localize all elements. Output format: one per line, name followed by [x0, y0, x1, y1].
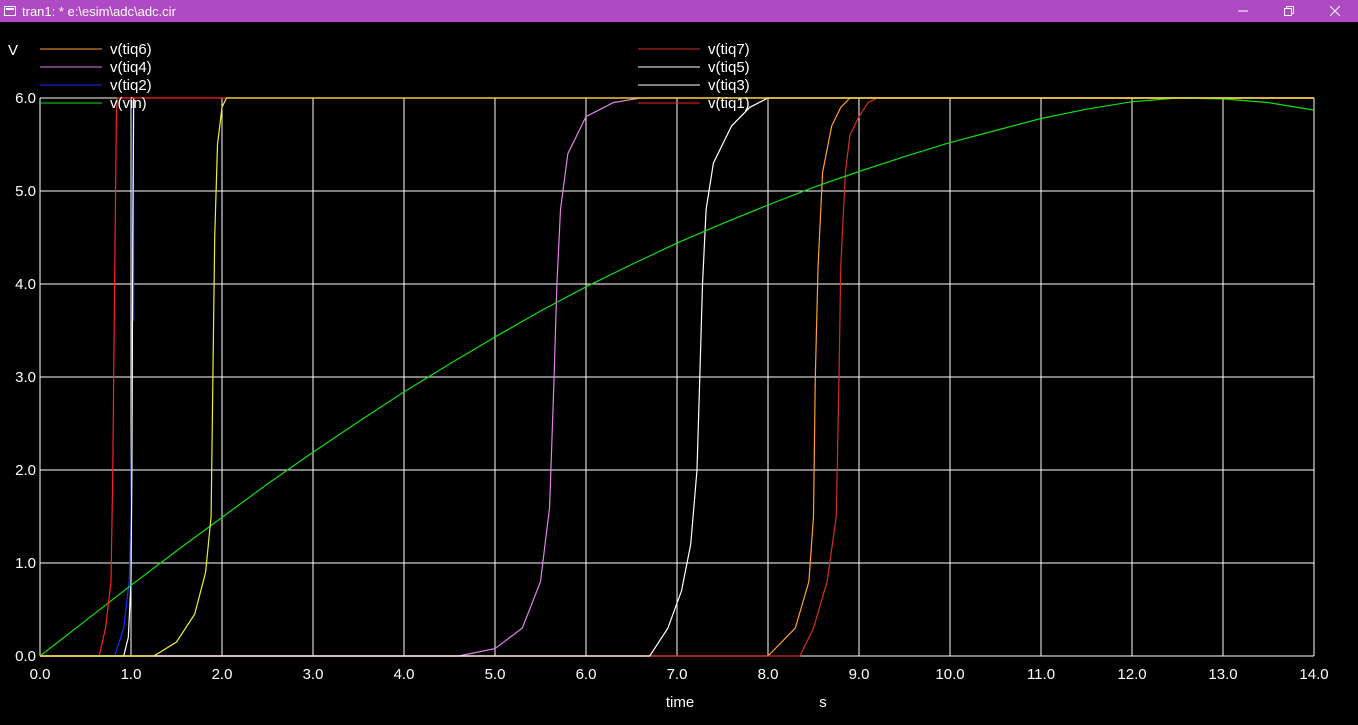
- y-tick-label: 6.0: [15, 90, 36, 107]
- app-window-icon: [4, 6, 16, 16]
- x-tick-label: 2.0: [212, 666, 233, 683]
- y-tick-label: 3.0: [15, 369, 36, 386]
- x-tick-label: 11.0: [1027, 666, 1055, 683]
- x-tick-label: 6.0: [576, 666, 597, 683]
- x-axis-unit: s: [819, 694, 827, 711]
- x-tick-label: 14.0: [1299, 666, 1328, 683]
- close-icon: [1330, 6, 1340, 16]
- x-tick-label: 10.0: [935, 666, 964, 683]
- restore-icon: [1284, 6, 1294, 16]
- x-tick-label: 3.0: [303, 666, 324, 683]
- close-button[interactable]: [1312, 0, 1358, 22]
- x-tick-label: 1.0: [121, 666, 142, 683]
- legend-label: v(tiq7): [708, 41, 750, 58]
- x-tick-label: 12.0: [1117, 666, 1146, 683]
- legend-label: v(tiq4): [110, 59, 152, 76]
- legend-label: v(tiq6): [110, 41, 152, 58]
- legend-label: v(tiq2): [110, 77, 152, 94]
- y-tick-label: 1.0: [15, 555, 36, 572]
- x-tick-label: 7.0: [667, 666, 688, 683]
- series-line: [40, 107, 135, 657]
- title-bar: tran1: * e:\esim\adc\adc.cir: [0, 0, 1358, 22]
- y-tick-label: 4.0: [15, 276, 36, 293]
- x-tick-label: 13.0: [1208, 666, 1237, 683]
- minimize-icon: [1238, 10, 1248, 12]
- transient-plot: 0.0 1.0 2.0 3.0 4.0 5.0 6.0 7.0 8.0 9.0 10.0 11.0 12…: [8, 41, 1329, 711]
- y-axis-label: V: [8, 42, 18, 59]
- x-tick-label: 0.0: [30, 666, 51, 683]
- legend-label: v(tiq3): [708, 77, 750, 94]
- x-tick-label: 4.0: [394, 666, 415, 683]
- legend-label: v(tiq1): [708, 95, 750, 112]
- window-title: tran1: * e:\esim\adc\adc.cir: [22, 3, 176, 19]
- maximize-button[interactable]: [1266, 0, 1312, 22]
- minimize-button[interactable]: [1220, 0, 1266, 22]
- y-tick-label: 2.0: [15, 462, 36, 479]
- x-tick-label: 5.0: [485, 666, 506, 683]
- x-tick-label: 9.0: [849, 666, 870, 683]
- legend-label: v(tiq5): [708, 59, 750, 76]
- y-tick-label: 5.0: [15, 183, 36, 200]
- x-tick-label: 8.0: [758, 666, 779, 683]
- y-tick-label: 0.0: [15, 648, 36, 665]
- legend-label: v(vin): [110, 95, 147, 112]
- x-axis-label: time: [666, 694, 694, 711]
